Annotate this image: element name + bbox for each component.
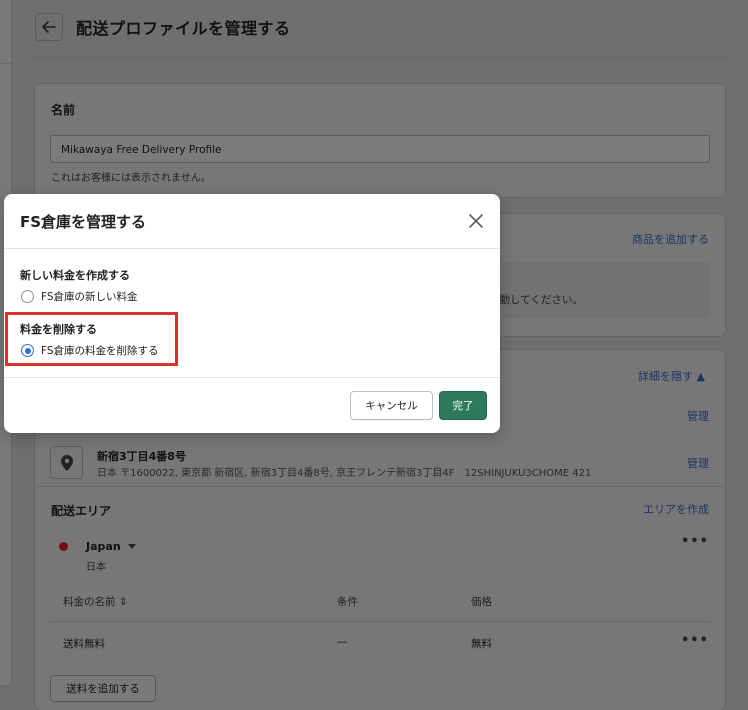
add-product-link[interactable]: 商品を追加する	[632, 231, 709, 247]
hide-details-link[interactable]: 詳細を隠す ▲	[638, 368, 705, 384]
radio-unchecked-icon[interactable]	[21, 290, 34, 303]
modal-header-divider	[4, 248, 500, 249]
arrow-left-icon	[42, 21, 56, 33]
header-divider	[35, 57, 725, 58]
row-more-actions-icon[interactable]: •••	[681, 633, 709, 648]
manage-location-link[interactable]: 管理	[687, 455, 709, 471]
products-hint-text: 移動してください。	[489, 294, 583, 306]
cancel-button[interactable]: キャンセル	[350, 391, 433, 420]
location-address: 日本 〒1600022, 東京都 新宿区, 新宿3丁目4番8号, 京王フレンテ新…	[97, 468, 592, 479]
create-rate-label: 新しい料金を作成する	[20, 269, 130, 282]
location-pin-box	[50, 446, 83, 479]
rate-price-cell: 無料	[471, 638, 492, 650]
rate-name-cell: 送料無料	[63, 638, 105, 650]
profile-name-input[interactable]: Mikawaya Free Delivery Profile	[50, 135, 710, 163]
name-label: 名前	[51, 103, 76, 117]
manage-link[interactable]: 管理	[687, 408, 709, 424]
close-icon[interactable]	[466, 211, 486, 231]
left-panel-header	[0, 0, 12, 64]
add-rate-button[interactable]: 送料を追加する	[50, 675, 156, 702]
table-header-price: 価格	[471, 596, 492, 608]
caret-down-icon	[127, 544, 136, 549]
radio-new-rate[interactable]: FS倉庫の新しい料金	[21, 289, 138, 304]
close-x-glyph	[469, 214, 483, 228]
zone-country-label: Japan	[86, 540, 121, 553]
zone-dot-icon	[59, 542, 68, 551]
table-header-condition: 条件	[337, 596, 358, 608]
highlight-box	[5, 312, 178, 366]
name-help-text: これはお客様には表示されません。	[51, 173, 211, 184]
more-actions-icon[interactable]: •••	[681, 534, 709, 549]
location-name: 新宿3丁目4番8号	[97, 450, 186, 463]
section-divider	[35, 486, 725, 487]
page-title: 配送プロファイルを管理する	[76, 19, 291, 38]
modal-title: FS倉庫を管理する	[20, 213, 147, 231]
zones-title: 配送エリア	[51, 504, 112, 518]
rate-condition-cell: —	[337, 636, 348, 648]
table-divider	[50, 621, 710, 622]
back-button[interactable]	[35, 13, 63, 41]
zone-country-subtitle: 日本	[86, 562, 106, 573]
zone-country[interactable]: Japan	[86, 540, 136, 553]
table-header-name[interactable]: 料金の名前 ⇕	[63, 594, 128, 609]
create-zone-link[interactable]: エリアを作成	[643, 501, 709, 517]
modal-footer-divider	[4, 377, 500, 378]
radio-new-rate-label: FS倉庫の新しい料金	[41, 291, 138, 303]
done-button[interactable]: 完了	[439, 391, 487, 420]
location-pin-icon	[60, 454, 73, 471]
